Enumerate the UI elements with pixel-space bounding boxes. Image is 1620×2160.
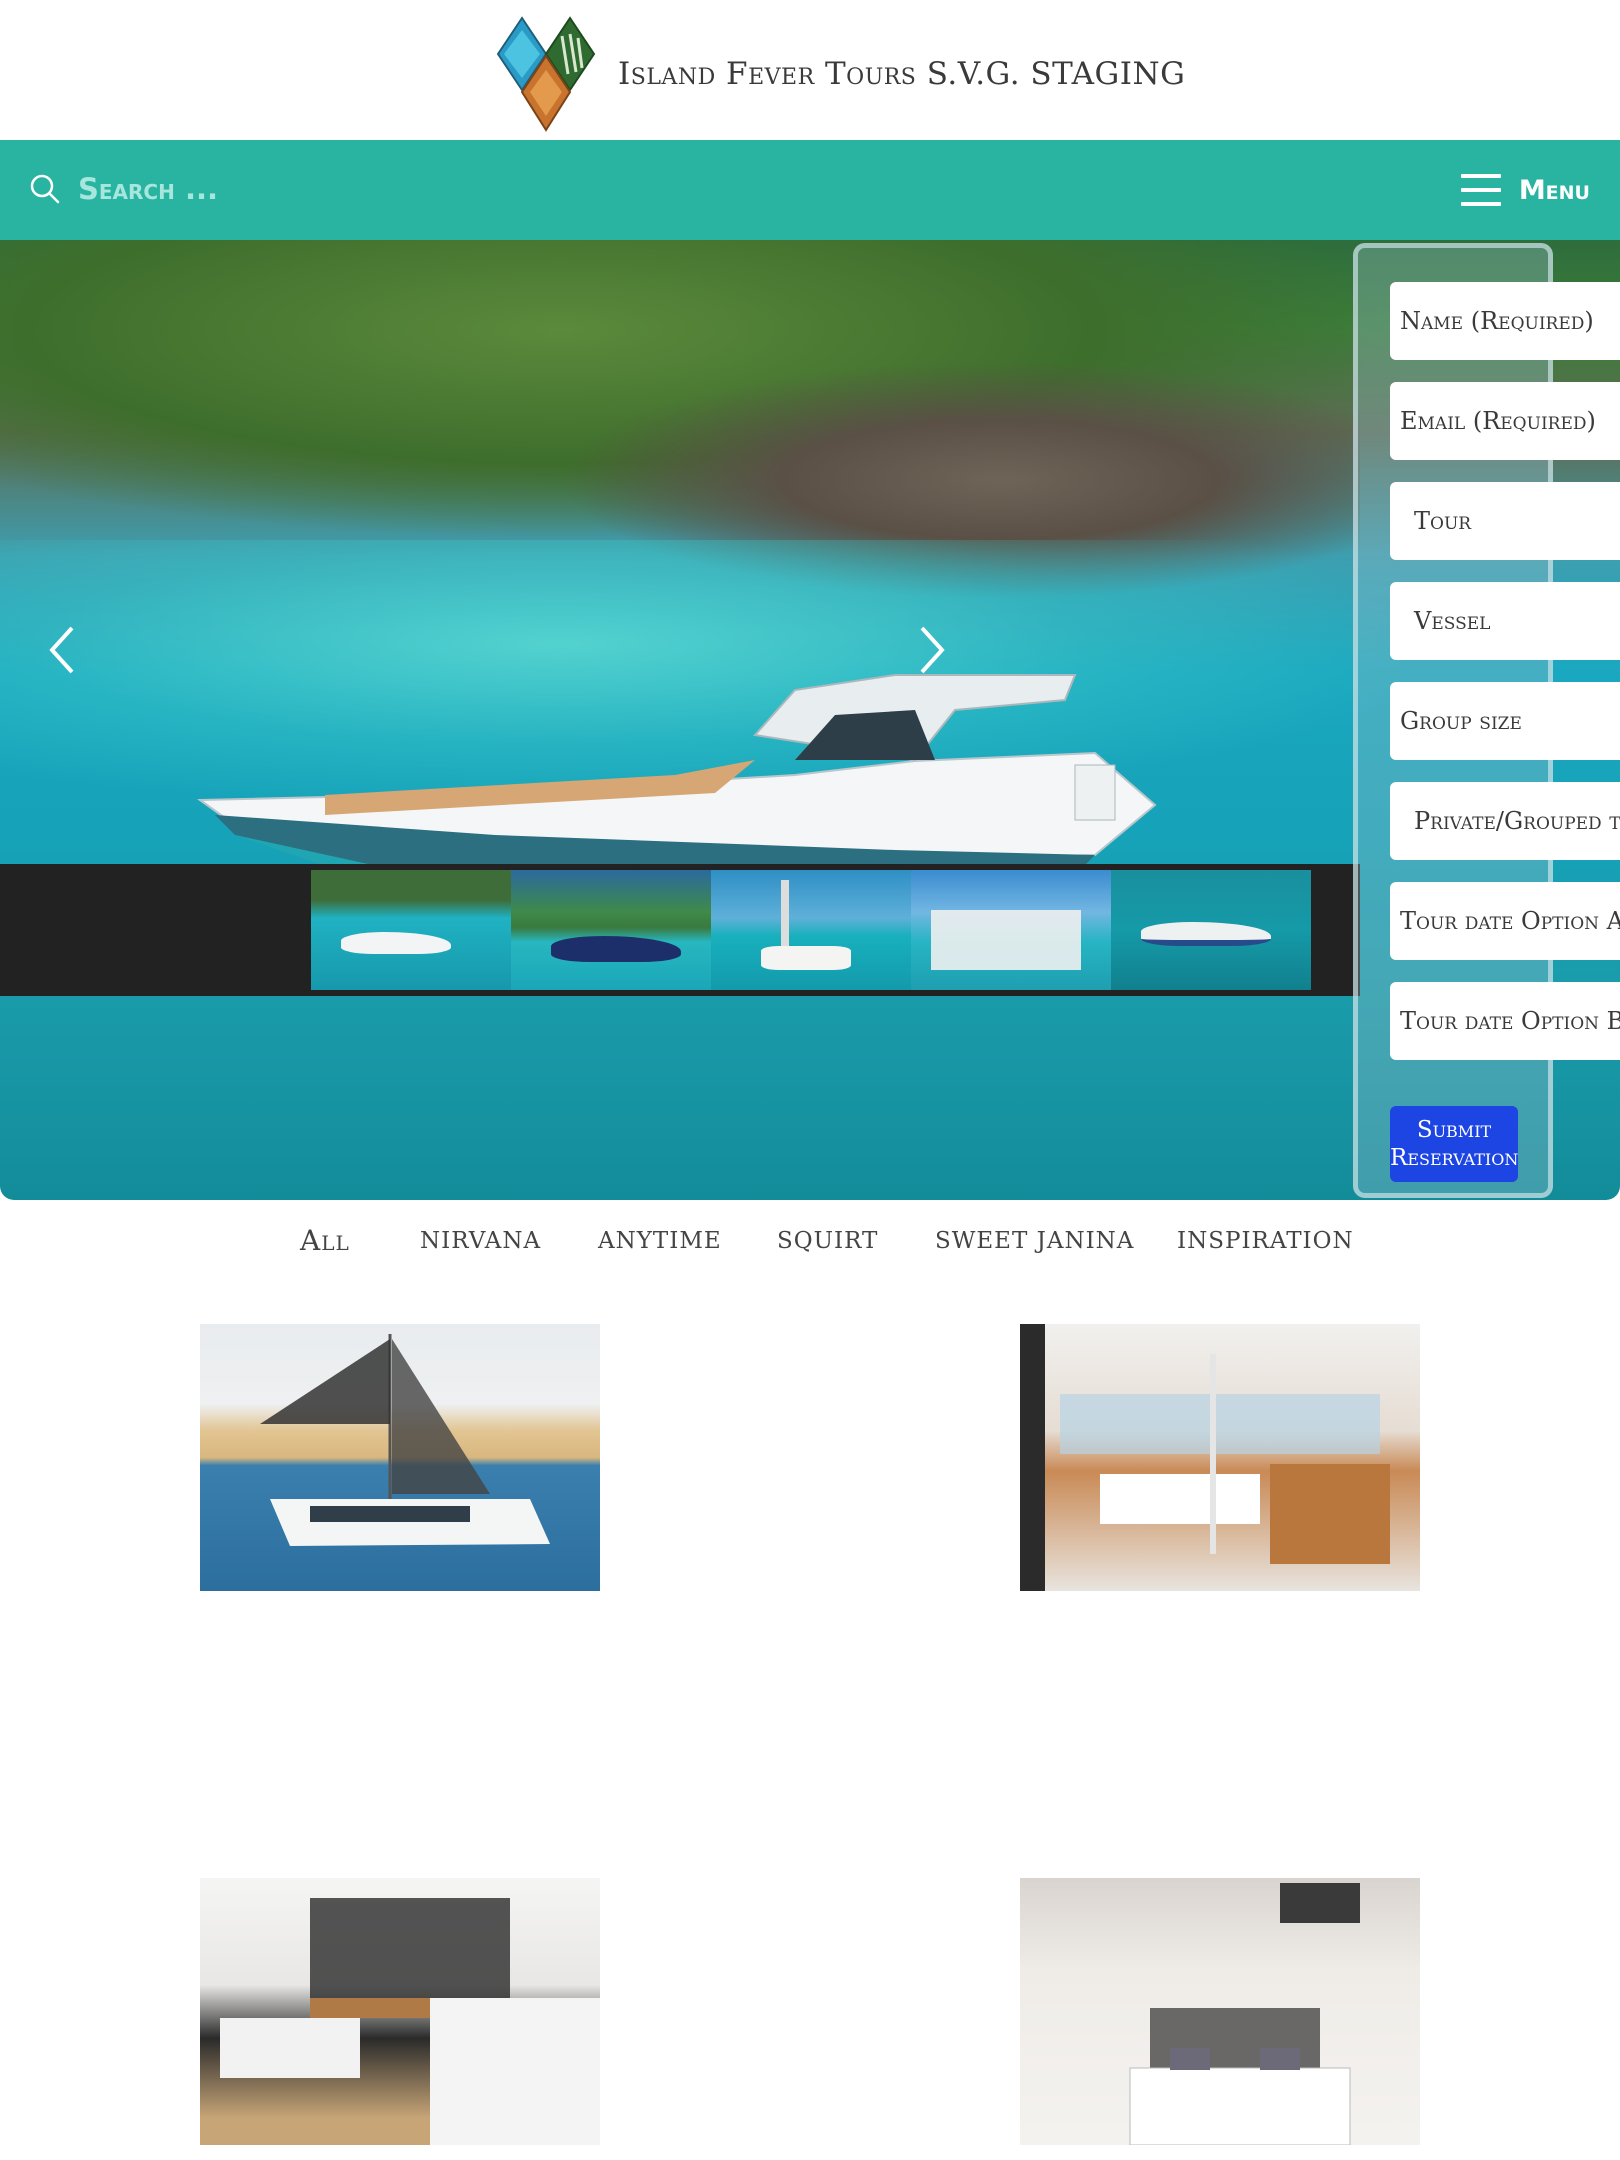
slider-prev-arrow-icon[interactable] bbox=[42, 620, 86, 680]
menu-label: Menu bbox=[1518, 174, 1590, 206]
search-icon[interactable] bbox=[30, 174, 60, 204]
filter-anytime[interactable]: ANYTIME bbox=[598, 1228, 722, 1254]
slider-next-arrow-icon[interactable] bbox=[908, 620, 952, 680]
tour-select[interactable]: Tour bbox=[1390, 482, 1620, 560]
filter-sweet-janina[interactable]: SWEET JANINA bbox=[935, 1228, 1134, 1254]
cockpit-illustration bbox=[220, 1898, 600, 2145]
nav-bar: Menu bbox=[0, 140, 1620, 240]
private-grouped-select[interactable]: Private/Grouped t bbox=[1390, 782, 1620, 860]
filter-inspiration[interactable]: INSPIRATION bbox=[1177, 1228, 1354, 1254]
site-header: Island Fever Tours S.V.G. STAGING bbox=[0, 0, 1620, 140]
thumbnail-squirt-boat[interactable] bbox=[1111, 870, 1311, 990]
name-field[interactable]: Name (Required) bbox=[1390, 282, 1620, 360]
thumbnail-strip bbox=[0, 864, 1360, 996]
thumbnail-sailing-catamaran[interactable] bbox=[711, 870, 911, 990]
gallery-image-catamaran-sailing[interactable] bbox=[200, 1324, 600, 1591]
site-title[interactable]: Island Fever Tours S.V.G. STAGING bbox=[618, 56, 1185, 92]
email-field[interactable]: Email (Required) bbox=[1390, 382, 1620, 460]
tour-date-option-b-field[interactable]: Tour date Option B bbox=[1390, 982, 1620, 1060]
filter-all[interactable]: All bbox=[300, 1224, 350, 1257]
catamaran-sailing-illustration bbox=[260, 1334, 550, 1546]
filter-squirt[interactable]: SQUIRT bbox=[777, 1228, 878, 1254]
gallery-filter-tabs: All NIRVANA ANYTIME SQUIRT SWEET JANINA … bbox=[0, 1224, 1620, 1278]
filter-nirvana[interactable]: NIRVANA bbox=[420, 1228, 541, 1254]
vessel-select[interactable]: Vessel bbox=[1390, 582, 1620, 660]
gallery-image-cabin-bedroom[interactable] bbox=[1020, 1878, 1420, 2145]
menu-button[interactable]: Menu bbox=[1450, 168, 1590, 212]
gallery-image-cockpit[interactable] bbox=[200, 1878, 600, 2145]
submit-reservation-button[interactable]: Submit Reservation bbox=[1390, 1106, 1518, 1182]
cabin-bedroom-illustration bbox=[1129, 1883, 1360, 2145]
hamburger-icon bbox=[1460, 174, 1501, 206]
thumbnail-nirvana-yacht[interactable] bbox=[511, 870, 711, 990]
thumbnail-marina-catamaran[interactable] bbox=[911, 870, 1111, 990]
tour-date-option-a-field[interactable]: Tour date Option A bbox=[1390, 882, 1620, 960]
search-input[interactable] bbox=[78, 166, 678, 212]
group-size-field[interactable]: Group size bbox=[1390, 682, 1620, 760]
catamaran-saloon-illustration bbox=[1020, 1324, 1390, 1591]
thumbnail-anytime-speedboat[interactable] bbox=[311, 870, 511, 990]
site-logo[interactable] bbox=[496, 16, 598, 132]
gallery-image-catamaran-saloon[interactable] bbox=[1020, 1324, 1420, 1591]
